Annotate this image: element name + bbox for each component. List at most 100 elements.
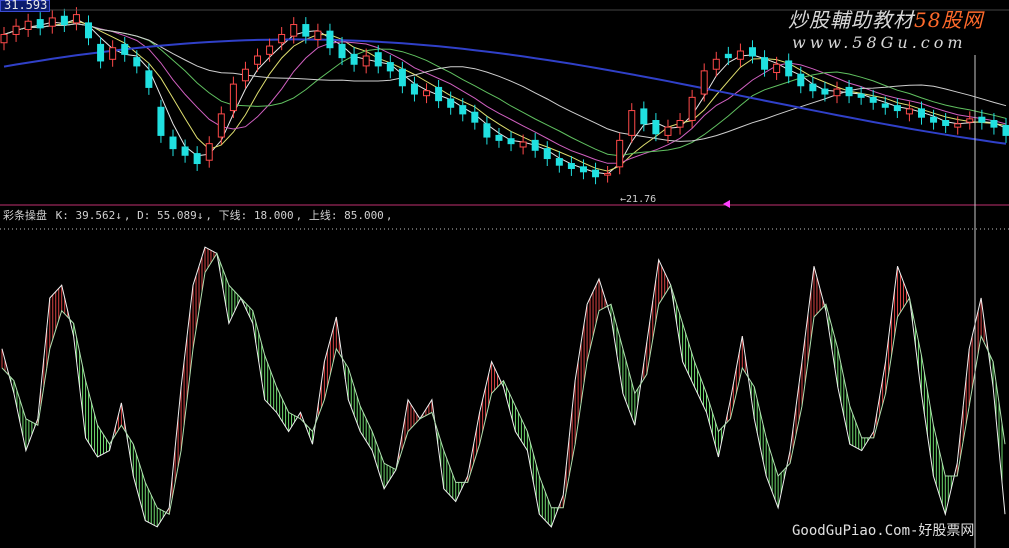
candle-body	[471, 111, 479, 123]
candle-body	[217, 113, 225, 138]
candle-body	[254, 55, 262, 65]
candle-body	[145, 70, 153, 88]
candle-body	[362, 55, 370, 67]
candle-body	[0, 33, 8, 44]
candle-body	[1002, 124, 1009, 136]
candle-body	[869, 96, 877, 103]
candle-body	[712, 58, 720, 70]
candle-body	[567, 163, 575, 169]
stock-chart	[0, 7, 1009, 548]
candle-body	[410, 83, 418, 95]
candle-body	[12, 25, 20, 35]
candle-body	[483, 123, 491, 138]
candle-body	[241, 68, 249, 82]
watermark-footer: GoodGuPiao.Com-好股票网	[792, 523, 975, 539]
candle-body	[773, 63, 781, 74]
candle-body	[109, 47, 117, 60]
last-price-label: 31.593	[4, 0, 48, 12]
candle-body	[229, 83, 237, 112]
candle-body	[121, 43, 129, 55]
candle-body	[531, 139, 539, 151]
candle-body	[495, 134, 503, 141]
candle-body	[398, 68, 406, 87]
candle-body	[628, 110, 636, 136]
candle-body	[893, 105, 901, 112]
last-price-box: 31.593	[0, 0, 50, 12]
candle-body	[133, 57, 141, 67]
watermark-title: 炒股輔助教材58股网	[788, 4, 983, 33]
candle-body	[386, 62, 394, 72]
candle-body	[797, 73, 805, 87]
candle-body	[942, 120, 950, 126]
candle-body	[97, 43, 105, 62]
candle-body	[48, 17, 56, 27]
candle-body	[205, 143, 213, 161]
candle-body	[24, 20, 32, 31]
candle-body	[785, 60, 793, 77]
candle-body	[688, 96, 696, 122]
low-price-value: 21.76	[626, 194, 657, 205]
indicator-legend: 彩条操盘 K: 39.562↓, D: 55.089↓, 下线: 18.000,…	[3, 209, 393, 222]
scroll-marker-arrow	[723, 200, 730, 208]
candle-body	[736, 50, 744, 60]
candle-body	[990, 120, 998, 128]
candle-body	[447, 98, 455, 108]
candle-body	[302, 24, 310, 37]
candle-body	[652, 120, 660, 135]
candle-body	[640, 108, 648, 125]
candle-body	[579, 166, 587, 173]
indicator-d: D: 55.089↓	[137, 209, 204, 222]
candle-body	[543, 148, 551, 160]
candle-body	[326, 30, 334, 49]
candle-body	[169, 136, 177, 150]
candle-body	[60, 15, 68, 26]
watermark-url: www.58Gu.com	[792, 33, 967, 52]
candle-body	[374, 52, 382, 67]
candle-body	[266, 45, 274, 55]
candle-body	[966, 118, 974, 123]
candle-body	[905, 108, 913, 115]
candle-body	[917, 108, 925, 118]
candle-body	[664, 126, 672, 136]
candle-body	[676, 120, 684, 128]
k-line	[1, 246, 1006, 528]
candle-body	[507, 138, 515, 145]
candle-body	[72, 14, 80, 24]
candle-body	[36, 19, 44, 29]
candle-body	[459, 105, 467, 115]
candle-body	[821, 88, 829, 95]
candle-body	[954, 123, 962, 128]
candle-body	[338, 43, 346, 59]
candle-body	[833, 88, 841, 97]
indicator-panel	[1, 246, 1006, 528]
candle-body	[350, 53, 358, 65]
candle-body	[857, 93, 865, 98]
candle-body	[519, 141, 527, 148]
candle-body	[700, 70, 708, 95]
candle-body	[930, 116, 938, 123]
indicator-name: 彩条操盘	[3, 209, 47, 222]
candle-body	[978, 116, 986, 123]
watermark-main: 炒股輔助教材	[788, 8, 914, 32]
candle-body	[193, 153, 201, 165]
candle-body	[724, 53, 732, 59]
candle-body	[592, 169, 600, 178]
candle-body	[290, 24, 298, 37]
candle-body	[555, 158, 563, 166]
candle-body	[278, 33, 286, 44]
candle-body	[761, 57, 769, 70]
candle-body	[616, 139, 624, 168]
indicator-upper: 上线: 85.000	[308, 209, 384, 222]
candle-body	[604, 172, 612, 176]
candle-body	[435, 86, 443, 102]
watermark-accent: 58股网	[914, 8, 984, 32]
indicator-lower: 下线: 18.000	[218, 209, 294, 222]
candle-body	[157, 106, 165, 136]
candle-body	[423, 90, 431, 97]
candle-body	[809, 83, 817, 92]
candle-body	[314, 30, 322, 40]
indicator-k: K: 39.562↓	[55, 209, 122, 222]
candle-body	[881, 103, 889, 108]
low-price-marker: ←21.76	[620, 194, 657, 205]
candle-body	[845, 86, 853, 97]
